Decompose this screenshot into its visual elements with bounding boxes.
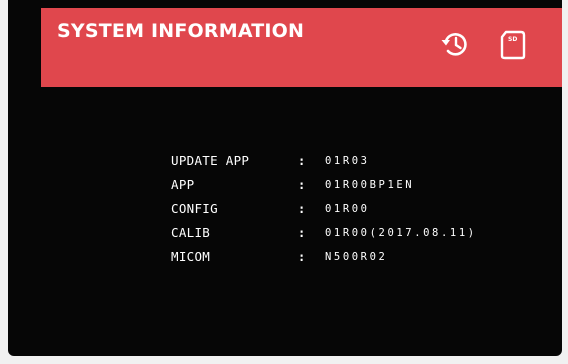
header-bar: SYSTEM INFORMATION SD <box>41 8 562 87</box>
info-label: UPDATE APP <box>171 153 250 168</box>
sd-card-label: SD <box>508 36 517 43</box>
device-frame: SYSTEM INFORMATION SD UPDATE APP : 01R03… <box>0 0 568 364</box>
info-label: CALIB <box>171 225 211 240</box>
info-value: 01R00 <box>325 203 370 215</box>
info-separator: : <box>298 250 306 264</box>
info-value: 01R00BP1EN <box>325 179 415 191</box>
history-icon[interactable] <box>439 28 471 60</box>
info-separator: : <box>298 226 306 240</box>
info-label: MICOM <box>171 249 211 264</box>
info-separator: : <box>298 154 306 168</box>
info-label: CONFIG <box>171 201 218 216</box>
info-separator: : <box>298 202 306 216</box>
sd-card-icon[interactable]: SD <box>497 28 529 60</box>
info-value: 01R00(2017.08.11) <box>325 227 477 239</box>
info-label: APP <box>171 177 195 192</box>
page-title: SYSTEM INFORMATION <box>57 20 305 42</box>
display-screen: SYSTEM INFORMATION SD UPDATE APP : 01R03… <box>8 0 562 356</box>
info-separator: : <box>298 178 306 192</box>
info-value: N500R02 <box>325 251 388 263</box>
info-value: 01R03 <box>325 155 370 167</box>
